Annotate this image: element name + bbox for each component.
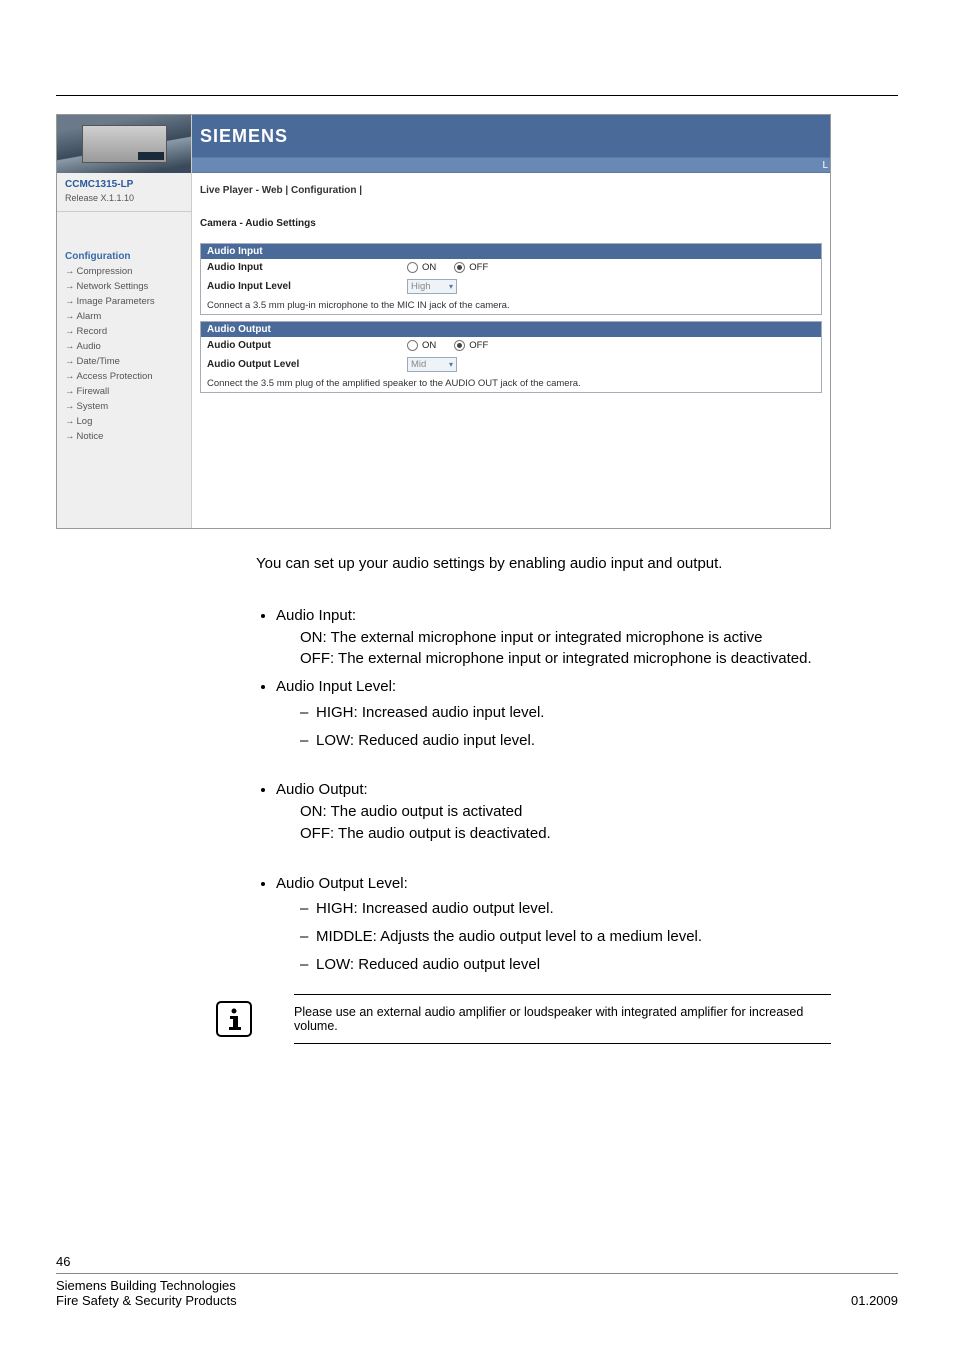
text-input-high: HIGH: Increased audio input level. [300,702,831,724]
radio-audio-input-off[interactable] [454,262,465,273]
release-label: Release X.1.1.10 [57,193,191,212]
radio-audio-output-on[interactable] [407,340,418,351]
chevron-down-icon: ▾ [449,282,453,291]
text-audio-output-off: OFF: The audio output is deactivated. [300,823,831,845]
info-icon [216,1001,252,1037]
nav-item-audio[interactable]: →Audio [65,339,183,354]
nav-item-access[interactable]: →Access Protection [65,369,183,384]
footer-company: Siemens Building Technologies [56,1278,237,1293]
nav-item-log[interactable]: →Log [65,414,183,429]
doc-intro: You can set up your audio settings by en… [256,553,831,575]
panel-audio-output: Audio Output Audio Output ON OFF Audio O… [200,321,822,393]
brand-bar: SIEMENS [192,115,830,157]
text-output-low: LOW: Reduced audio output level [300,954,831,976]
brand-sub-bar: L [192,157,830,173]
nav-item-network[interactable]: →Network Settings [65,279,183,294]
select-audio-input-level[interactable]: High▾ [407,279,457,294]
text-audio-input-off: OFF: The external microphone input or in… [300,648,831,670]
bullet-audio-input-level: Audio Input Level: [276,678,396,695]
note-audio-output: Connect the 3.5 mm plug of the amplified… [201,375,821,392]
text-input-low: LOW: Reduced audio input level. [300,730,831,752]
nav-item-image[interactable]: →Image Parameters [65,294,183,309]
select-audio-output-level[interactable]: Mid▾ [407,357,457,372]
ui-sidebar: CCMC1315-LP Release X.1.1.10 Configurati… [57,115,192,528]
chevron-down-icon: ▾ [449,360,453,369]
embedded-ui: CCMC1315-LP Release X.1.1.10 Configurati… [56,114,831,529]
nav-item-notice[interactable]: →Notice [65,429,183,444]
nav-item-system[interactable]: →System [65,399,183,414]
row-audio-input-level-label: Audio Input Level [207,281,407,292]
row-audio-input-label: Audio Input [207,262,407,273]
section-title: Camera - Audio Settings [200,218,822,229]
breadcrumb: Live Player - Web | Configuration | [192,173,830,208]
panel-head-output: Audio Output [201,322,821,337]
row-audio-output-label: Audio Output [207,340,407,351]
nav-block: Configuration →Compression →Network Sett… [57,247,191,448]
radio-audio-input-on[interactable] [407,262,418,273]
nav-item-record[interactable]: →Record [65,324,183,339]
camera-thumb [57,115,191,173]
text-audio-input-on: ON: The external microphone input or int… [300,627,831,649]
nav-item-datetime[interactable]: →Date/Time [65,354,183,369]
row-audio-output-level-label: Audio Output Level [207,359,407,370]
model-label: CCMC1315-LP [57,173,191,193]
footer-division: Fire Safety & Security Products [56,1293,237,1308]
info-text: Please use an external audio amplifier o… [294,1005,831,1033]
nav-item-compression[interactable]: →Compression [65,264,183,279]
page-footer: 46 Siemens Building Technologies Fire Sa… [56,1254,898,1308]
doc-body: You can set up your audio settings by en… [56,553,831,976]
text-output-high: HIGH: Increased audio output level. [300,898,831,920]
bullet-audio-output: Audio Output: [276,781,368,798]
text-output-mid: MIDDLE: Adjusts the audio output level t… [300,926,831,948]
nav-item-alarm[interactable]: →Alarm [65,309,183,324]
panel-head-input: Audio Input [201,244,821,259]
text-audio-output-on: ON: The audio output is activated [300,801,831,823]
bullet-audio-output-level: Audio Output Level: [276,875,408,892]
radio-audio-output-off[interactable] [454,340,465,351]
panel-audio-input: Audio Input Audio Input ON OFF Audio Inp… [200,243,822,315]
page-number: 46 [56,1254,898,1269]
note-audio-input: Connect a 3.5 mm plug-in microphone to t… [201,297,821,314]
bullet-audio-input: Audio Input: [276,607,356,624]
footer-date: 01.2009 [851,1293,898,1308]
nav-item-firewall[interactable]: →Firewall [65,384,183,399]
nav-heading: Configuration [65,251,183,262]
